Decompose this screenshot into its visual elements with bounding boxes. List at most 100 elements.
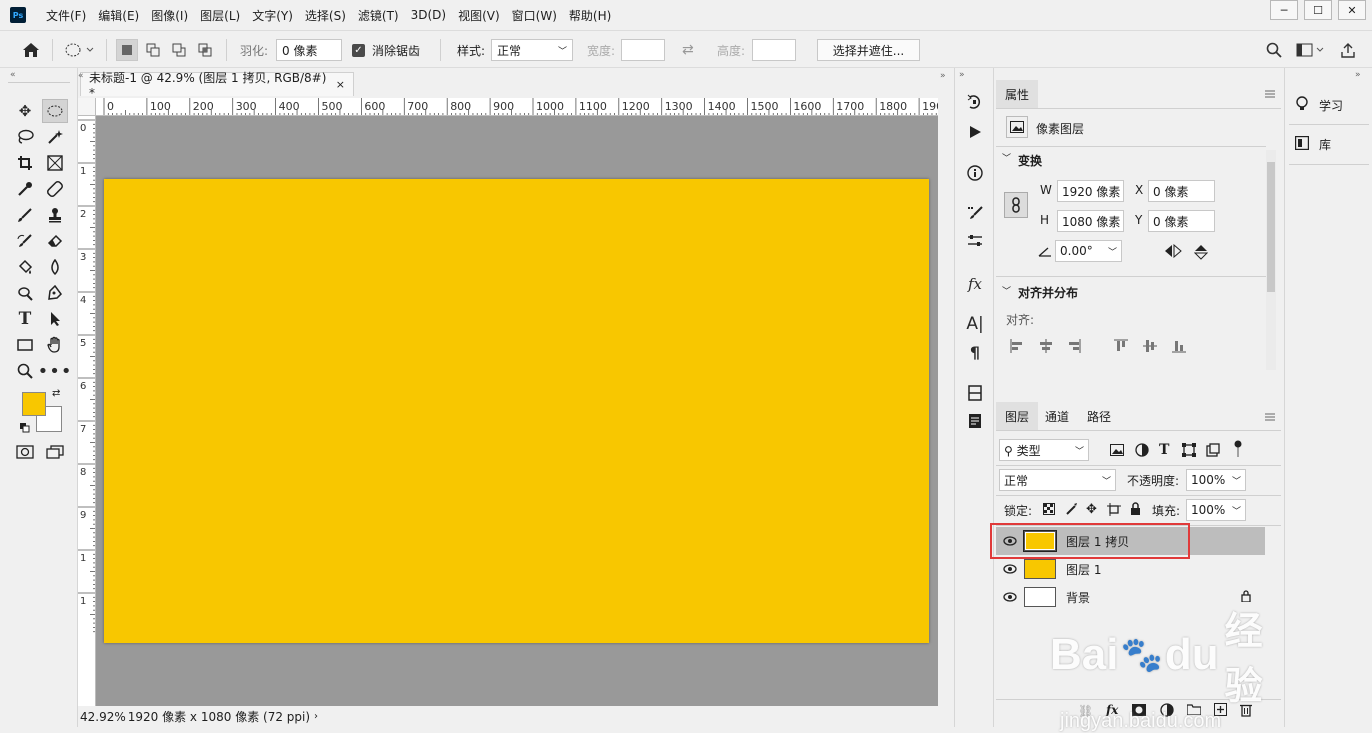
paint-bucket-icon[interactable] (12, 255, 38, 279)
info-icon[interactable] (961, 161, 989, 185)
properties-scrollbar[interactable] (1266, 150, 1276, 370)
ruler-origin[interactable] (78, 98, 96, 116)
menu-layer[interactable]: 图层(L) (194, 7, 246, 24)
pen-tool-icon[interactable] (42, 281, 68, 305)
type-tool-icon[interactable]: T (12, 307, 38, 331)
align-chevron-icon[interactable]: ﹀ (1002, 284, 1011, 297)
filter-type-icon[interactable]: T (1159, 442, 1169, 458)
width-input[interactable] (621, 39, 665, 61)
menu-type[interactable]: 文字(Y) (246, 7, 299, 24)
layer-name[interactable]: 图层 1 (1066, 561, 1101, 578)
expand-panels-icon[interactable]: » (940, 71, 946, 81)
align-left-icon[interactable] (1010, 339, 1024, 356)
close-button[interactable]: ✕ (1338, 0, 1366, 20)
align-right-icon[interactable] (1067, 339, 1081, 356)
healing-brush-icon[interactable] (42, 177, 68, 201)
height-input[interactable] (752, 39, 796, 61)
hand-tool-icon[interactable] (42, 333, 68, 357)
frame-tool-icon[interactable] (42, 151, 68, 175)
lock-pixels-icon[interactable] (1065, 503, 1077, 518)
actions-play-icon[interactable] (961, 120, 989, 144)
notes-icon[interactable] (961, 409, 989, 433)
angle-field[interactable]: 0.00° ﹀ (1055, 240, 1122, 262)
history-icon[interactable] (961, 90, 989, 114)
workspace-icon[interactable] (1296, 31, 1326, 69)
libraries-button[interactable]: 库 (1294, 135, 1331, 153)
blur-tool-icon[interactable] (42, 255, 68, 279)
swap-width-height-icon[interactable]: ⇄ (682, 31, 694, 69)
more-tools-icon[interactable]: ••• (38, 359, 72, 383)
crop-tool-icon[interactable] (12, 151, 38, 175)
character-icon[interactable]: A| (961, 312, 989, 336)
align-bottom-icon[interactable] (1172, 339, 1186, 356)
canvas-artboard[interactable] (104, 179, 929, 643)
visibility-eye-icon[interactable] (996, 564, 1024, 574)
add-mask-icon[interactable] (1132, 704, 1146, 719)
filter-shape-icon[interactable] (1182, 443, 1196, 460)
menu-window[interactable]: 窗口(W) (506, 7, 563, 24)
horizontal-ruler[interactable]: 0 100 200 300 400 500 600 700 800 900 1000 1100 1200… (96, 98, 938, 116)
collapse-learn-icon[interactable]: » (1355, 70, 1361, 80)
y-field[interactable]: 0 像素 (1148, 210, 1215, 232)
intersect-selection-icon[interactable] (194, 39, 216, 61)
lasso-tool-icon[interactable] (12, 125, 38, 149)
learn-button[interactable]: 学习 (1295, 96, 1343, 115)
quick-mask-icon[interactable] (12, 440, 38, 464)
filter-pixel-icon[interactable] (1110, 444, 1124, 459)
menu-image[interactable]: 图像(I) (145, 7, 194, 24)
default-colors-icon[interactable] (20, 422, 30, 436)
align-top-icon[interactable] (1114, 339, 1128, 356)
lock-transparent-icon[interactable] (1043, 503, 1055, 518)
filter-toggle-icon[interactable] (1234, 440, 1242, 461)
swap-colors-icon[interactable]: ⇄ (52, 388, 60, 399)
fill-field[interactable]: 100% ﹀ (1186, 499, 1246, 521)
glyphs-icon[interactable] (961, 381, 989, 405)
foreground-color-swatch-top[interactable] (22, 392, 46, 416)
move-tool-icon[interactable]: ✥ (12, 99, 38, 123)
width-field[interactable]: 1920 像素 (1057, 180, 1124, 202)
styles-fx-icon[interactable]: fx (961, 272, 989, 296)
rectangle-tool-icon[interactable] (12, 333, 38, 357)
filter-adjustment-icon[interactable] (1135, 443, 1149, 460)
dodge-tool-icon[interactable] (12, 281, 38, 305)
adjustments-icon[interactable] (961, 229, 989, 253)
opacity-field[interactable]: 100% ﹀ (1186, 469, 1246, 491)
link-icon[interactable] (1004, 192, 1028, 218)
home-icon[interactable] (22, 31, 40, 69)
align-middle-v-icon[interactable] (1143, 339, 1157, 356)
menu-edit[interactable]: 编辑(E) (92, 7, 145, 24)
lock-position-icon[interactable]: ✥ (1086, 502, 1097, 517)
menu-3d[interactable]: 3D(D) (405, 8, 452, 22)
eraser-icon[interactable] (42, 229, 68, 253)
add-selection-icon[interactable] (142, 39, 164, 61)
link-layers-icon[interactable]: ⛓ (1078, 704, 1093, 718)
eyedropper-icon[interactable] (12, 177, 38, 201)
flip-vertical-icon[interactable] (1193, 244, 1209, 263)
menu-file[interactable]: 文件(F) (40, 7, 92, 24)
share-icon[interactable] (1340, 31, 1356, 69)
transform-chevron-icon[interactable]: ﹀ (1002, 151, 1011, 164)
zoom-level[interactable]: 42.92% (80, 710, 126, 724)
elliptical-marquee-preset-icon[interactable] (64, 31, 94, 69)
visibility-eye-icon[interactable] (996, 592, 1024, 602)
menu-select[interactable]: 选择(S) (299, 7, 352, 24)
height-field[interactable]: 1080 像素 (1057, 210, 1124, 232)
search-icon[interactable] (1266, 31, 1282, 69)
menu-filter[interactable]: 滤镜(T) (352, 7, 405, 24)
lock-artboard-icon[interactable] (1107, 503, 1121, 519)
vertical-ruler[interactable]: 0 1 2 3 4 5 6 7 8 9 1 1 (78, 116, 96, 706)
layer-row-1[interactable]: 图层 1 (996, 555, 1265, 583)
history-brush-icon[interactable] (12, 229, 38, 253)
tab-layers[interactable]: 图层 (996, 402, 1039, 430)
paragraph-icon[interactable]: ¶ (961, 340, 989, 364)
elliptical-marquee-tool-icon[interactable] (42, 99, 68, 123)
layer-name[interactable]: 背景 (1066, 589, 1090, 606)
document-tab[interactable]: 未标题-1 @ 42.9% (图层 1 拷贝, RGB/8#) * × (80, 71, 354, 100)
brush-tool-icon[interactable] (12, 203, 38, 227)
properties-tab[interactable]: 属性 (996, 80, 1039, 108)
align-center-h-icon[interactable] (1039, 339, 1053, 356)
filter-smart-object-icon[interactable] (1206, 443, 1220, 460)
tab-channels[interactable]: 通道 (1036, 402, 1078, 430)
subtract-selection-icon[interactable] (168, 39, 190, 61)
flip-horizontal-icon[interactable] (1164, 243, 1182, 261)
